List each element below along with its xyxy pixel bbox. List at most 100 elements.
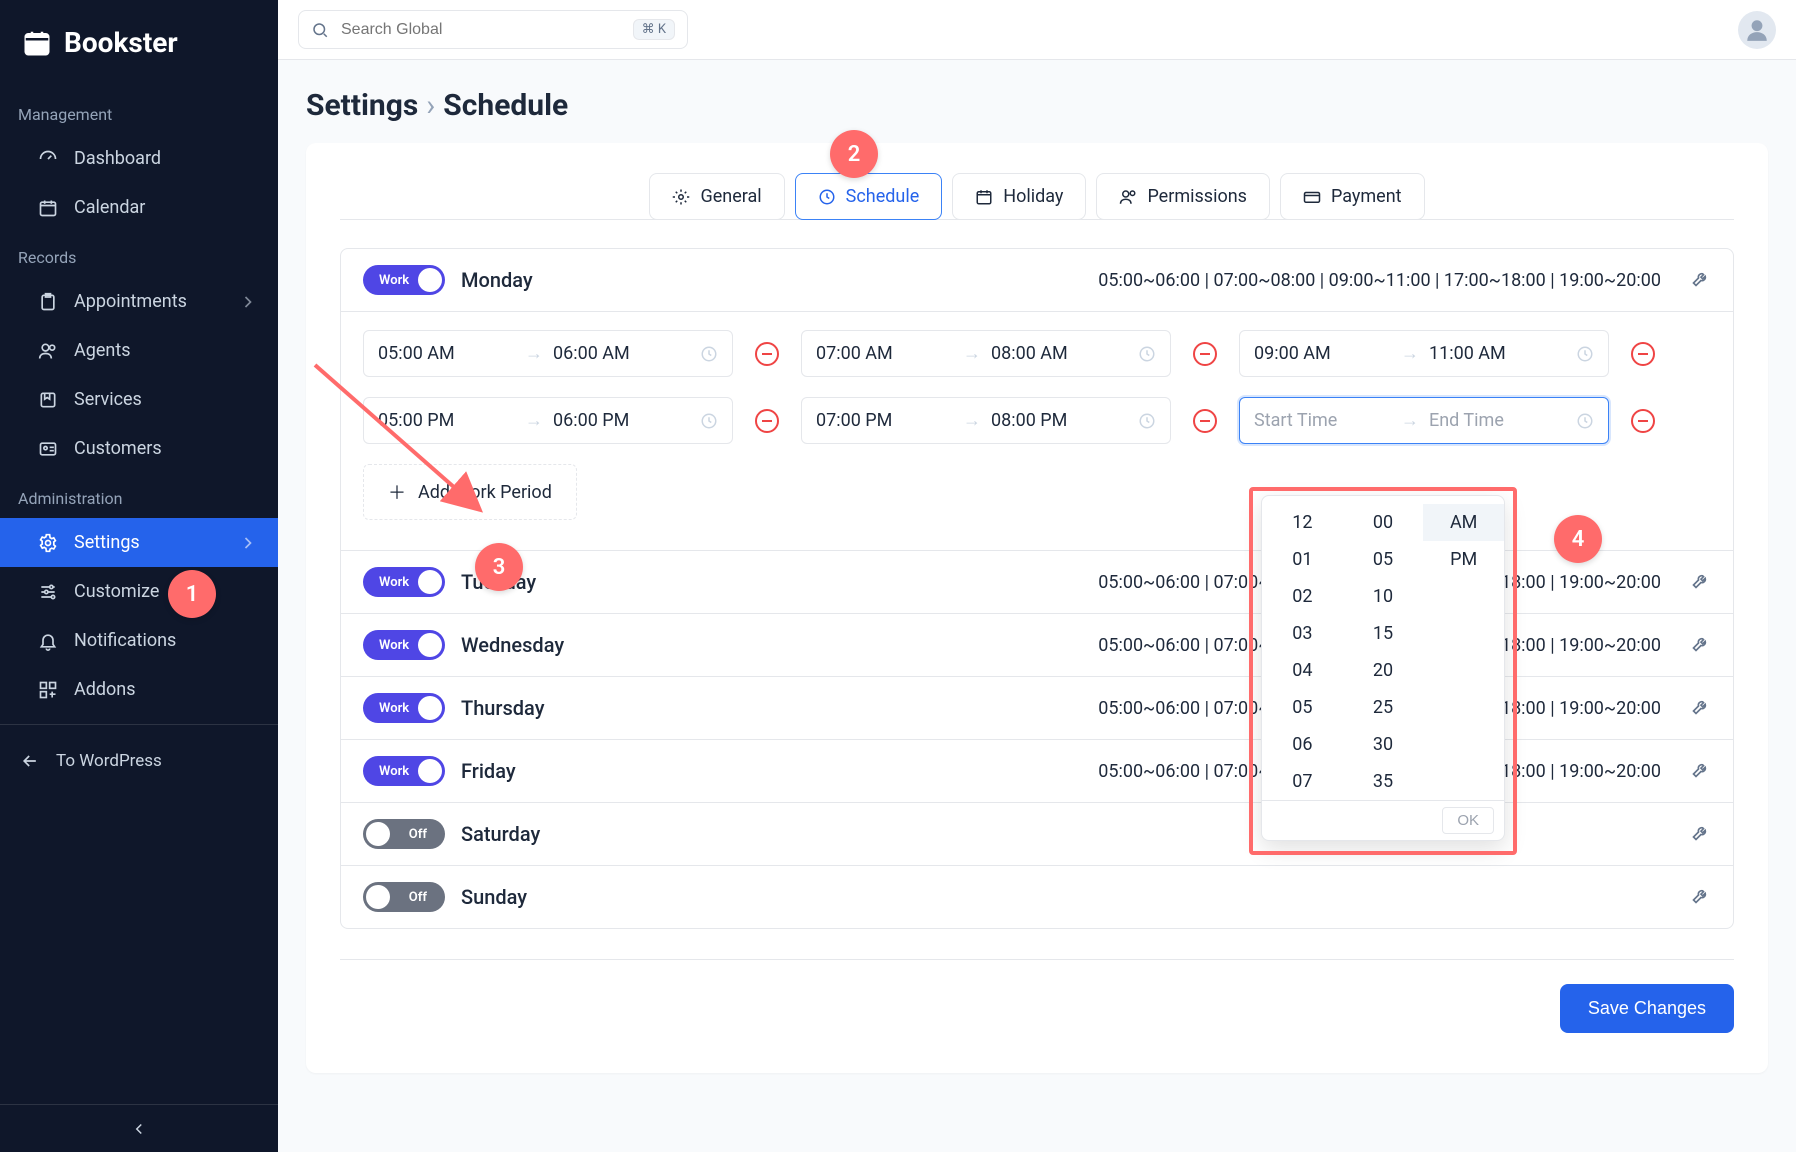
sidebar-collapse-button[interactable] (0, 1104, 278, 1152)
brand: Bookster (0, 0, 278, 89)
sidebar-item-notifications[interactable]: Notifications (0, 616, 278, 665)
day-row-friday[interactable]: Work Friday 05:00~06:00 | 07:00~08:00 | … (341, 740, 1733, 803)
tp-hour[interactable]: 04 (1262, 652, 1343, 689)
sidebar-item-label: Services (74, 389, 142, 410)
remove-period-button[interactable] (1631, 342, 1655, 366)
sidebar: Bookster Management Dashboard Calendar R… (0, 0, 278, 1152)
edit-day-button[interactable] (1691, 633, 1711, 657)
tp-minute[interactable]: 00 (1343, 504, 1424, 541)
tp-hour[interactable]: 06 (1262, 726, 1343, 763)
time-range-input[interactable]: 07:00 PM → 08:00 PM (801, 397, 1171, 444)
tp-minute[interactable]: 15 (1343, 615, 1424, 652)
work-toggle[interactable]: Off (363, 882, 445, 912)
sidebar-item-settings[interactable]: Settings (0, 518, 278, 567)
save-changes-button[interactable]: Save Changes (1560, 984, 1734, 1033)
tab-payment[interactable]: Payment (1280, 173, 1425, 220)
edit-day-button[interactable] (1691, 696, 1711, 720)
calendar-logo-icon (22, 28, 52, 58)
day-row-thursday[interactable]: Work Thursday 05:00~06:00 | 07:00~08:00 … (341, 677, 1733, 740)
remove-period-button[interactable] (1193, 342, 1217, 366)
edit-day-button[interactable] (1691, 885, 1711, 909)
card-icon (1303, 188, 1321, 206)
clock-icon (1576, 345, 1594, 363)
tp-minute[interactable]: 25 (1343, 689, 1424, 726)
work-toggle[interactable]: Work (363, 693, 445, 723)
tp-minute[interactable]: 30 (1343, 726, 1424, 763)
tab-schedule[interactable]: Schedule (795, 173, 943, 220)
tp-minute[interactable]: 05 (1343, 541, 1424, 578)
tp-ampm-pm[interactable]: PM (1423, 541, 1504, 578)
sidebar-item-calendar[interactable]: Calendar (0, 183, 278, 232)
remove-period-button[interactable] (1631, 409, 1655, 433)
work-toggle[interactable]: Work (363, 630, 445, 660)
time-picker-popup: 12 01 02 03 04 05 06 07 00 05 10 15 20 2… (1261, 495, 1505, 841)
tp-hour[interactable]: 12 (1262, 504, 1343, 541)
sidebar-item-dashboard[interactable]: Dashboard (0, 134, 278, 183)
calendar-icon (38, 198, 58, 218)
day-row-sunday[interactable]: Off Sunday (341, 866, 1733, 928)
tp-hour[interactable]: 02 (1262, 578, 1343, 615)
tp-minute[interactable]: 35 (1343, 763, 1424, 800)
day-row-saturday[interactable]: Off Saturday (341, 803, 1733, 866)
edit-day-button[interactable] (1691, 268, 1711, 292)
edit-day-button[interactable] (1691, 570, 1711, 594)
tab-label: Permissions (1147, 186, 1247, 207)
time-range-input[interactable]: 09:00 AM → 11:00 AM (1239, 330, 1609, 377)
sidebar-item-label: Calendar (74, 197, 145, 218)
end-time: 06:00 PM (553, 410, 690, 431)
remove-period-button[interactable] (755, 342, 779, 366)
tab-label: Holiday (1003, 186, 1063, 207)
day-name: Sunday (461, 885, 527, 909)
day-row-wednesday[interactable]: Work Wednesday 05:00~06:00 | 07:00~08:00… (341, 614, 1733, 677)
wrench-icon (1691, 633, 1711, 653)
day-expanded-monday: 05:00 AM → 06:00 AM 07:00 AM → 08:00 AM (341, 312, 1733, 551)
work-toggle[interactable]: Off (363, 819, 445, 849)
time-picker-hours: 12 01 02 03 04 05 06 07 (1262, 504, 1343, 800)
breadcrumb-separator: › (426, 88, 435, 123)
global-search[interactable]: ⌘ K (298, 10, 688, 49)
tutorial-arrow-icon (310, 360, 500, 530)
time-range-input-empty[interactable]: Start Time → End Time (1239, 397, 1609, 444)
day-row-tuesday[interactable]: Work Tuesday 05:00~06:00 | 07:00~08:00 |… (341, 551, 1733, 614)
period-row: 05:00 AM → 06:00 AM 07:00 AM → 08:00 AM (363, 330, 1711, 377)
gear-icon (38, 533, 58, 553)
day-row-monday[interactable]: Work Monday 05:00~06:00 | 07:00~08:00 | … (341, 249, 1733, 312)
work-toggle[interactable]: Work (363, 567, 445, 597)
search-input[interactable] (339, 20, 623, 40)
sidebar-item-customers[interactable]: Customers (0, 424, 278, 473)
remove-period-button[interactable] (1193, 409, 1217, 433)
avatar[interactable] (1738, 11, 1776, 49)
day-name: Friday (461, 759, 516, 783)
tp-hour[interactable]: 05 (1262, 689, 1343, 726)
work-toggle[interactable]: Work (363, 756, 445, 786)
tp-hour[interactable]: 03 (1262, 615, 1343, 652)
sidebar-item-appointments[interactable]: Appointments (0, 277, 278, 326)
tab-holiday[interactable]: Holiday (952, 173, 1086, 220)
wrench-icon (1691, 696, 1711, 716)
sidebar-item-services[interactable]: Services (0, 375, 278, 424)
tp-minute[interactable]: 10 (1343, 578, 1424, 615)
tp-minute[interactable]: 20 (1343, 652, 1424, 689)
work-toggle[interactable]: Work (363, 265, 445, 295)
remove-period-button[interactable] (755, 409, 779, 433)
tp-hour[interactable]: 07 (1262, 763, 1343, 800)
sidebar-item-agents[interactable]: Agents (0, 326, 278, 375)
switch-knob (418, 268, 442, 292)
day-name: Saturday (461, 822, 540, 846)
time-range-input[interactable]: 07:00 AM → 08:00 AM (801, 330, 1171, 377)
tab-general[interactable]: General (649, 173, 784, 220)
tp-hour[interactable]: 01 (1262, 541, 1343, 578)
arrow-right-icon: → (525, 410, 543, 431)
divider (0, 724, 278, 725)
day-name: Monday (461, 268, 533, 292)
breadcrumb-parent[interactable]: Settings (306, 88, 418, 123)
time-picker-ok-button[interactable]: OK (1442, 807, 1494, 834)
edit-day-button[interactable] (1691, 759, 1711, 783)
edit-day-button[interactable] (1691, 822, 1711, 846)
sidebar-item-customize[interactable]: Customize (0, 567, 278, 616)
sidebar-item-back-wordpress[interactable]: To WordPress (0, 735, 278, 787)
wrench-icon (1691, 268, 1711, 288)
sidebar-item-addons[interactable]: Addons (0, 665, 278, 714)
tp-ampm-am[interactable]: AM (1423, 504, 1504, 541)
tab-permissions[interactable]: Permissions (1096, 173, 1270, 220)
